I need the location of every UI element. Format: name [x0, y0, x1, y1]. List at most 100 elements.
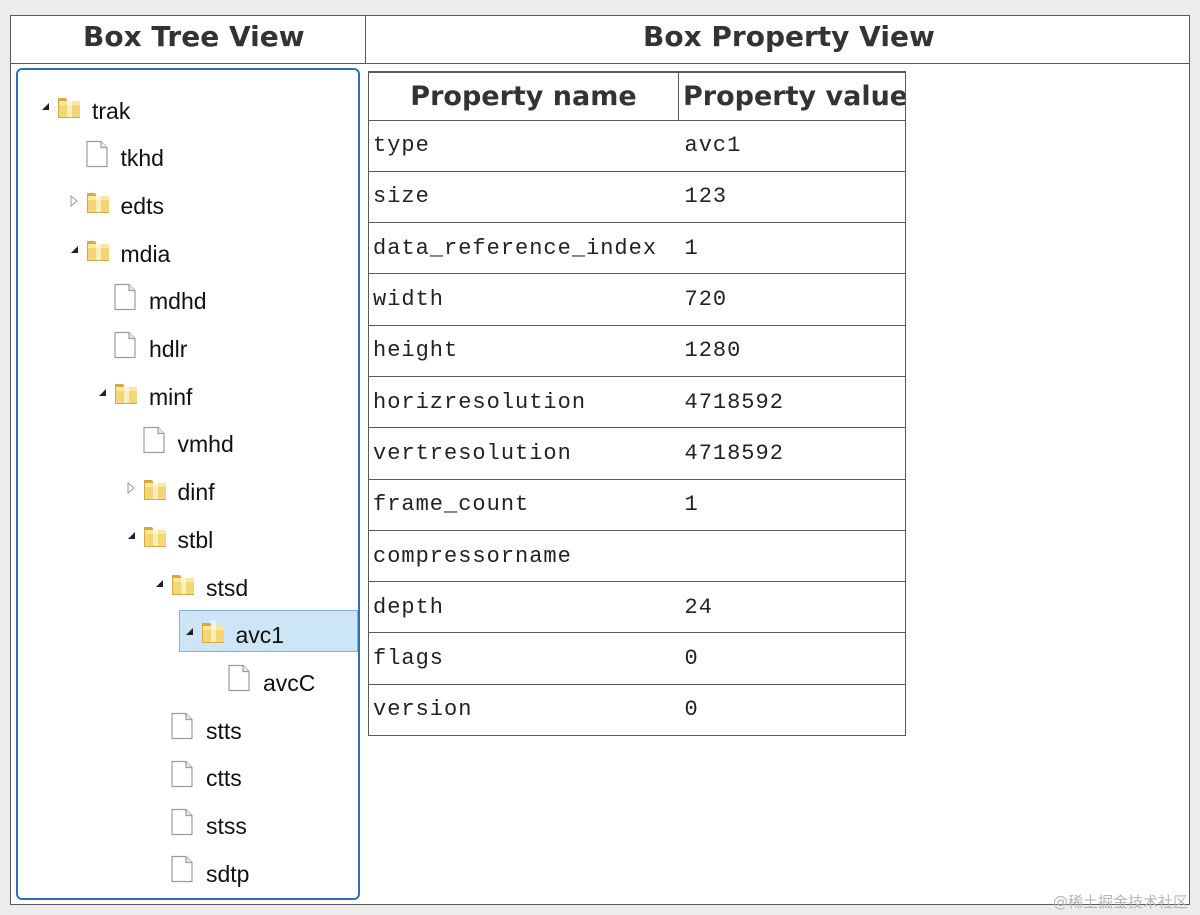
toggle-spacer — [93, 336, 111, 354]
file-icon — [142, 425, 170, 455]
toggle-spacer — [150, 765, 168, 783]
toggle-spacer — [93, 288, 111, 306]
tree-node-label: trak — [92, 97, 131, 124]
property-name-cell: version — [368, 683, 679, 737]
tree-node-label: hdlr — [149, 336, 188, 362]
tree-node-avcC[interactable]: avcC — [207, 657, 315, 699]
folder-icon — [85, 186, 113, 216]
folder-icon — [170, 568, 198, 598]
tree-node-label: stbl — [177, 526, 214, 553]
property-row: data_reference_index 1 — [368, 222, 906, 275]
tree-node-label: avc1 — [235, 622, 285, 649]
folder-icon — [200, 616, 228, 646]
property-name-cell: flags — [368, 632, 679, 685]
toggle-spacer — [150, 717, 168, 735]
expanded-triangle-icon[interactable] — [150, 574, 168, 592]
property-name-cell: type — [368, 119, 679, 172]
header-divider — [365, 16, 366, 64]
property-table-body: type avc1 size 123 data_reference_index 1 widt… — [368, 119, 906, 737]
property-value-cell — [678, 529, 906, 583]
file-icon — [85, 139, 113, 169]
property-row: size 123 — [368, 170, 906, 224]
toggle-spacer — [150, 860, 168, 878]
property-value-cell: 1 — [678, 478, 906, 531]
expanded-triangle-icon[interactable] — [93, 383, 111, 401]
tree-node-label: stts — [206, 717, 242, 744]
property-value-cell: 720 — [678, 273, 906, 326]
tree-node-sdtp[interactable]: sdtp — [150, 848, 249, 890]
property-name-cell: size — [368, 170, 679, 224]
expanded-triangle-icon[interactable] — [180, 622, 198, 640]
property-row: frame_count 1 — [368, 478, 906, 531]
property-value-cell: 4718592 — [678, 427, 906, 480]
property-name-cell: horizresolution — [368, 375, 679, 429]
file-icon — [170, 854, 198, 884]
tree-node-label: stsd — [206, 574, 249, 601]
tree-node-minf[interactable]: minf — [93, 371, 192, 413]
property-name-cell: vertresolution — [368, 427, 679, 480]
folder-icon — [142, 473, 170, 503]
property-value-cell: 1280 — [678, 324, 906, 377]
folder-icon — [85, 234, 113, 264]
tree-node-mdhd[interactable]: mdhd — [93, 276, 207, 318]
property-row: compressorname — [368, 529, 906, 583]
watermark: @稀土掘金技术社区 — [1052, 893, 1188, 911]
property-row: version 0 — [368, 683, 906, 737]
tree-node-tkhd[interactable]: tkhd — [65, 133, 164, 175]
file-icon — [113, 282, 141, 312]
property-value-cell: 0 — [678, 632, 906, 685]
property-value-cell: 123 — [678, 170, 906, 224]
property-row: flags 0 — [368, 632, 906, 685]
tree-node-label: avcC — [263, 669, 316, 696]
tree-node-stts[interactable]: stts — [150, 705, 242, 747]
property-value-cell: 24 — [678, 581, 906, 634]
property-table-header: Property name Property value — [368, 71, 906, 121]
tree-node-stss[interactable]: stss — [150, 801, 247, 843]
folder-icon — [113, 377, 141, 407]
file-icon — [170, 759, 198, 789]
expanded-triangle-icon[interactable] — [36, 97, 54, 115]
tree-node-edts[interactable]: edts — [65, 180, 164, 222]
file-icon — [170, 807, 198, 837]
property-name-cell: width — [368, 273, 679, 326]
header-row: Box Tree View Box Property View — [11, 16, 1189, 64]
property-row: type avc1 — [368, 119, 906, 172]
tree-node-trak[interactable]: trak — [36, 85, 130, 127]
property-value-cell: 4718592 — [678, 375, 906, 429]
property-value-cell: avc1 — [678, 119, 906, 172]
box-tree-view-title: Box Tree View — [83, 20, 305, 53]
property-name-cell: depth — [368, 581, 679, 634]
property-row: height 1280 — [368, 324, 906, 377]
file-icon — [113, 330, 141, 360]
property-value-cell: 0 — [678, 683, 906, 737]
folder-icon — [142, 520, 170, 550]
tree-node-dinf[interactable]: dinf — [122, 467, 215, 509]
property-name-cell: frame_count — [368, 478, 679, 531]
tree-node-label: stss — [206, 813, 247, 839]
expanded-triangle-icon[interactable] — [122, 526, 140, 544]
tree-node-label: minf — [149, 383, 193, 410]
box-tree-panel[interactable]: trak tkhd edts mdia mdhd hdlr minf vmhd dinf stbl… — [16, 68, 360, 900]
tree-node-vmhd[interactable]: vmhd — [122, 419, 234, 461]
property-row: depth 24 — [368, 581, 906, 634]
tree-node-stsd[interactable]: stsd — [150, 562, 248, 604]
toggle-spacer — [122, 431, 140, 449]
file-icon — [170, 711, 198, 741]
tree-node-label: edts — [120, 192, 164, 219]
property-name-cell: data_reference_index — [368, 222, 679, 275]
property-row: width 720 — [368, 273, 906, 326]
collapsed-triangle-icon[interactable] — [122, 479, 140, 497]
tree-node-label: vmhd — [177, 431, 234, 458]
folder-icon — [56, 91, 84, 121]
tree-node-ctts[interactable]: ctts — [150, 753, 242, 795]
expanded-triangle-icon[interactable] — [65, 240, 83, 258]
box-property-view-title: Box Property View — [643, 20, 935, 53]
box-viewer-window: Box Tree View Box Property View trak tkhd… — [10, 15, 1190, 905]
tree-node-label: mdia — [120, 240, 171, 267]
tree-node-hdlr[interactable]: hdlr — [93, 324, 187, 366]
collapsed-triangle-icon[interactable] — [65, 192, 83, 210]
tree-node-label: dinf — [177, 479, 215, 506]
tree-node-stbl[interactable]: stbl — [122, 514, 214, 556]
tree-node-avc1[interactable]: avc1 — [178, 609, 358, 652]
tree-node-mdia[interactable]: mdia — [65, 228, 171, 270]
